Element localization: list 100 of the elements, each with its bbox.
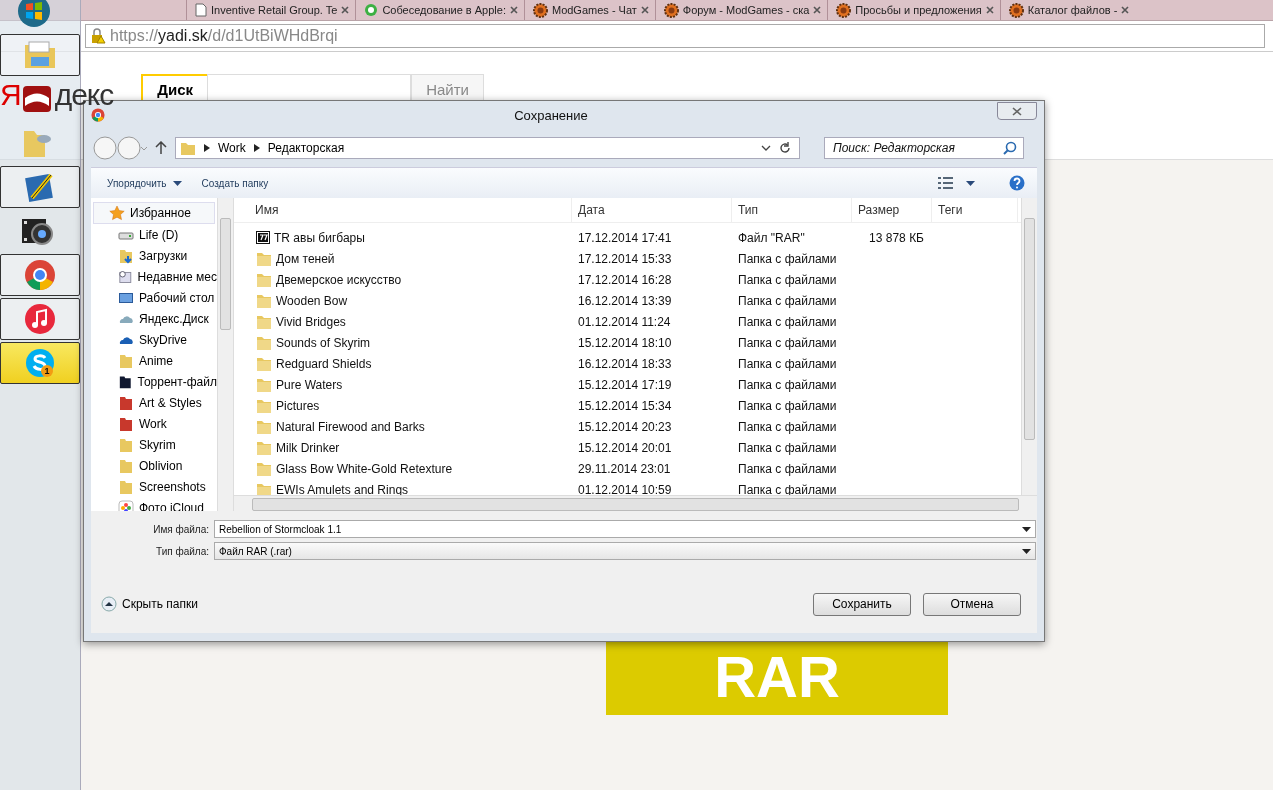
gear-icon bbox=[836, 2, 852, 18]
browser-tab[interactable]: Каталог файлов - bbox=[999, 0, 1136, 20]
date-cell-text: 29.11.2014 23:01 bbox=[577, 460, 672, 478]
dropdown-icon[interactable] bbox=[761, 144, 771, 152]
browser-icon bbox=[24, 259, 56, 291]
browser-tab[interactable]: Форум - ModGames - ска bbox=[654, 0, 828, 20]
cancel-button[interactable]: Отмена bbox=[923, 592, 1021, 616]
tab-title: Inventive Retail Group. Te bbox=[211, 4, 338, 16]
sidebar-item[interactable]: Work bbox=[91, 413, 217, 434]
file-name[interactable]: Natural Firewood and Barks bbox=[234, 416, 572, 437]
folder-icon bbox=[256, 398, 272, 413]
help-icon[interactable] bbox=[1009, 175, 1025, 191]
gear-icon bbox=[532, 2, 548, 18]
sidebar-item[interactable]: Рабочий стол bbox=[91, 287, 217, 308]
type-cell-text: Папка с файлами bbox=[737, 439, 838, 457]
column-header[interactable]: Размер bbox=[852, 198, 932, 222]
column-header[interactable]: Имя bbox=[234, 198, 572, 222]
view-options-icon[interactable] bbox=[938, 177, 954, 189]
date-cell-text: 01.12.2014 10:59 bbox=[577, 481, 673, 495]
sidebar-item[interactable]: Oblivion bbox=[91, 455, 217, 476]
sidebar-item[interactable]: Торрент-файл bbox=[91, 371, 217, 392]
scrollbar[interactable] bbox=[217, 198, 233, 511]
taskbar-item[interactable]: 1 bbox=[0, 342, 80, 384]
browser-tab[interactable]: ModGames - Чат bbox=[523, 0, 655, 20]
file-type-dropdown[interactable]: Файл RAR (.rar) bbox=[214, 542, 1036, 560]
new-folder-button[interactable]: Создать папку bbox=[197, 177, 273, 189]
sidebar-item[interactable]: Яндекс.Диск bbox=[91, 308, 217, 329]
address-bar[interactable]: https://yadi.sk/d/d1UtBiWHdBrqi bbox=[85, 24, 1265, 48]
field-label: Тип файла: bbox=[155, 545, 209, 557]
up-arrow-icon[interactable] bbox=[155, 141, 167, 155]
breadcrumb-item[interactable]: Work bbox=[218, 141, 246, 155]
favorites-header[interactable]: Избранное bbox=[93, 202, 215, 224]
close-icon[interactable] bbox=[985, 6, 994, 14]
file-name[interactable]: Wooden Bow bbox=[234, 290, 572, 311]
close-icon[interactable] bbox=[813, 6, 822, 14]
book-icon bbox=[21, 84, 53, 114]
refresh-icon[interactable] bbox=[779, 142, 791, 154]
file-name[interactable]: TR авы бигбары bbox=[234, 227, 572, 248]
dropdown-icon bbox=[1022, 548, 1031, 554]
breadcrumb-bar[interactable]: Work Редакторская bbox=[175, 137, 800, 159]
start-button[interactable] bbox=[17, 0, 51, 28]
folder-icon bbox=[118, 436, 134, 453]
breadcrumb-item[interactable]: Редакторская bbox=[267, 141, 345, 155]
save-button[interactable]: Сохранить bbox=[813, 592, 911, 616]
file-name-field[interactable]: Rebellion of Stormcloak 1.1 bbox=[214, 520, 1036, 538]
sidebar-item[interactable]: Anime bbox=[91, 350, 217, 371]
taskbar-item[interactable] bbox=[0, 254, 80, 296]
sidebar-item[interactable]: Недавние мес bbox=[91, 266, 217, 287]
file-name[interactable]: Pure Waters bbox=[234, 374, 572, 395]
date-cell-text: 17.12.2014 17:41 bbox=[577, 229, 673, 247]
date-cell-text: 15.12.2014 20:01 bbox=[577, 439, 673, 457]
star-icon bbox=[109, 205, 125, 221]
folder-icon bbox=[256, 272, 272, 287]
close-icon[interactable] bbox=[341, 6, 350, 14]
type-cell-text: Папка с файлами bbox=[737, 397, 838, 415]
sidebar-item[interactable]: Screenshots bbox=[91, 476, 217, 497]
scrollbar[interactable] bbox=[234, 495, 1037, 511]
type-cell-text: Папка с файлами bbox=[737, 313, 838, 331]
file-name[interactable]: Milk Drinker bbox=[234, 437, 572, 458]
caret-icon bbox=[172, 180, 182, 186]
sidebar-item[interactable]: Life (D) bbox=[91, 224, 217, 245]
file-name[interactable]: Vivid Bridges bbox=[234, 311, 572, 332]
taskbar-item[interactable] bbox=[0, 298, 80, 340]
tab-title: Собеседование в Apple: bbox=[382, 4, 506, 16]
column-header[interactable]: Дата bbox=[572, 198, 732, 222]
folder-icon bbox=[256, 440, 272, 455]
close-icon[interactable] bbox=[1121, 6, 1130, 14]
file-name[interactable]: Pictures bbox=[234, 395, 572, 416]
close-button[interactable] bbox=[997, 102, 1037, 120]
taskbar-item[interactable] bbox=[0, 34, 80, 76]
close-icon[interactable] bbox=[509, 6, 518, 14]
browser-tab[interactable]: Собеседование в Apple: bbox=[355, 0, 524, 20]
sidebar-item[interactable]: Skyrim bbox=[91, 434, 217, 455]
organize-menu[interactable]: Упорядочить bbox=[103, 177, 186, 189]
caret-icon[interactable] bbox=[966, 180, 975, 186]
file-name[interactable]: Sounds of Skyrim bbox=[234, 332, 572, 353]
file-name[interactable]: Glass Bow White-Gold Retexture bbox=[234, 458, 572, 479]
sidebar-item[interactable]: Загрузки bbox=[91, 245, 217, 266]
sidebar-item[interactable]: SkyDrive bbox=[91, 329, 217, 350]
close-icon[interactable] bbox=[640, 6, 649, 14]
scrollbar[interactable] bbox=[1021, 198, 1037, 495]
gear-icon bbox=[1008, 2, 1024, 18]
date-cell-text: 16.12.2014 13:39 bbox=[577, 292, 673, 310]
type-cell-text: Файл "RAR" bbox=[737, 229, 806, 247]
file-name[interactable]: Дом теней bbox=[234, 248, 572, 269]
browser-tab[interactable]: Просьбы и предложения bbox=[827, 0, 1000, 20]
taskbar-item[interactable] bbox=[0, 166, 80, 208]
date-cell-text: 15.12.2014 18:10 bbox=[577, 334, 673, 352]
type-cell-text: Папка с файлами bbox=[737, 250, 838, 268]
hide-folders-button[interactable]: Скрыть папки bbox=[101, 596, 198, 612]
file-name[interactable]: Redguard Shields bbox=[234, 353, 572, 374]
date-cell-text: 15.12.2014 17:19 bbox=[577, 376, 673, 394]
sidebar-item[interactable]: Art & Styles bbox=[91, 392, 217, 413]
folder-icon bbox=[118, 352, 134, 369]
browser-tab[interactable]: Inventive Retail Group. Te bbox=[186, 0, 356, 20]
column-header[interactable]: Теги bbox=[932, 198, 1018, 222]
search-field[interactable]: Поиск: Редакторская bbox=[824, 137, 1024, 159]
file-name[interactable]: Двемерское искусство bbox=[234, 269, 572, 290]
column-header[interactable]: Тип bbox=[732, 198, 852, 222]
date-cell-text: 15.12.2014 15:34 bbox=[577, 397, 673, 415]
